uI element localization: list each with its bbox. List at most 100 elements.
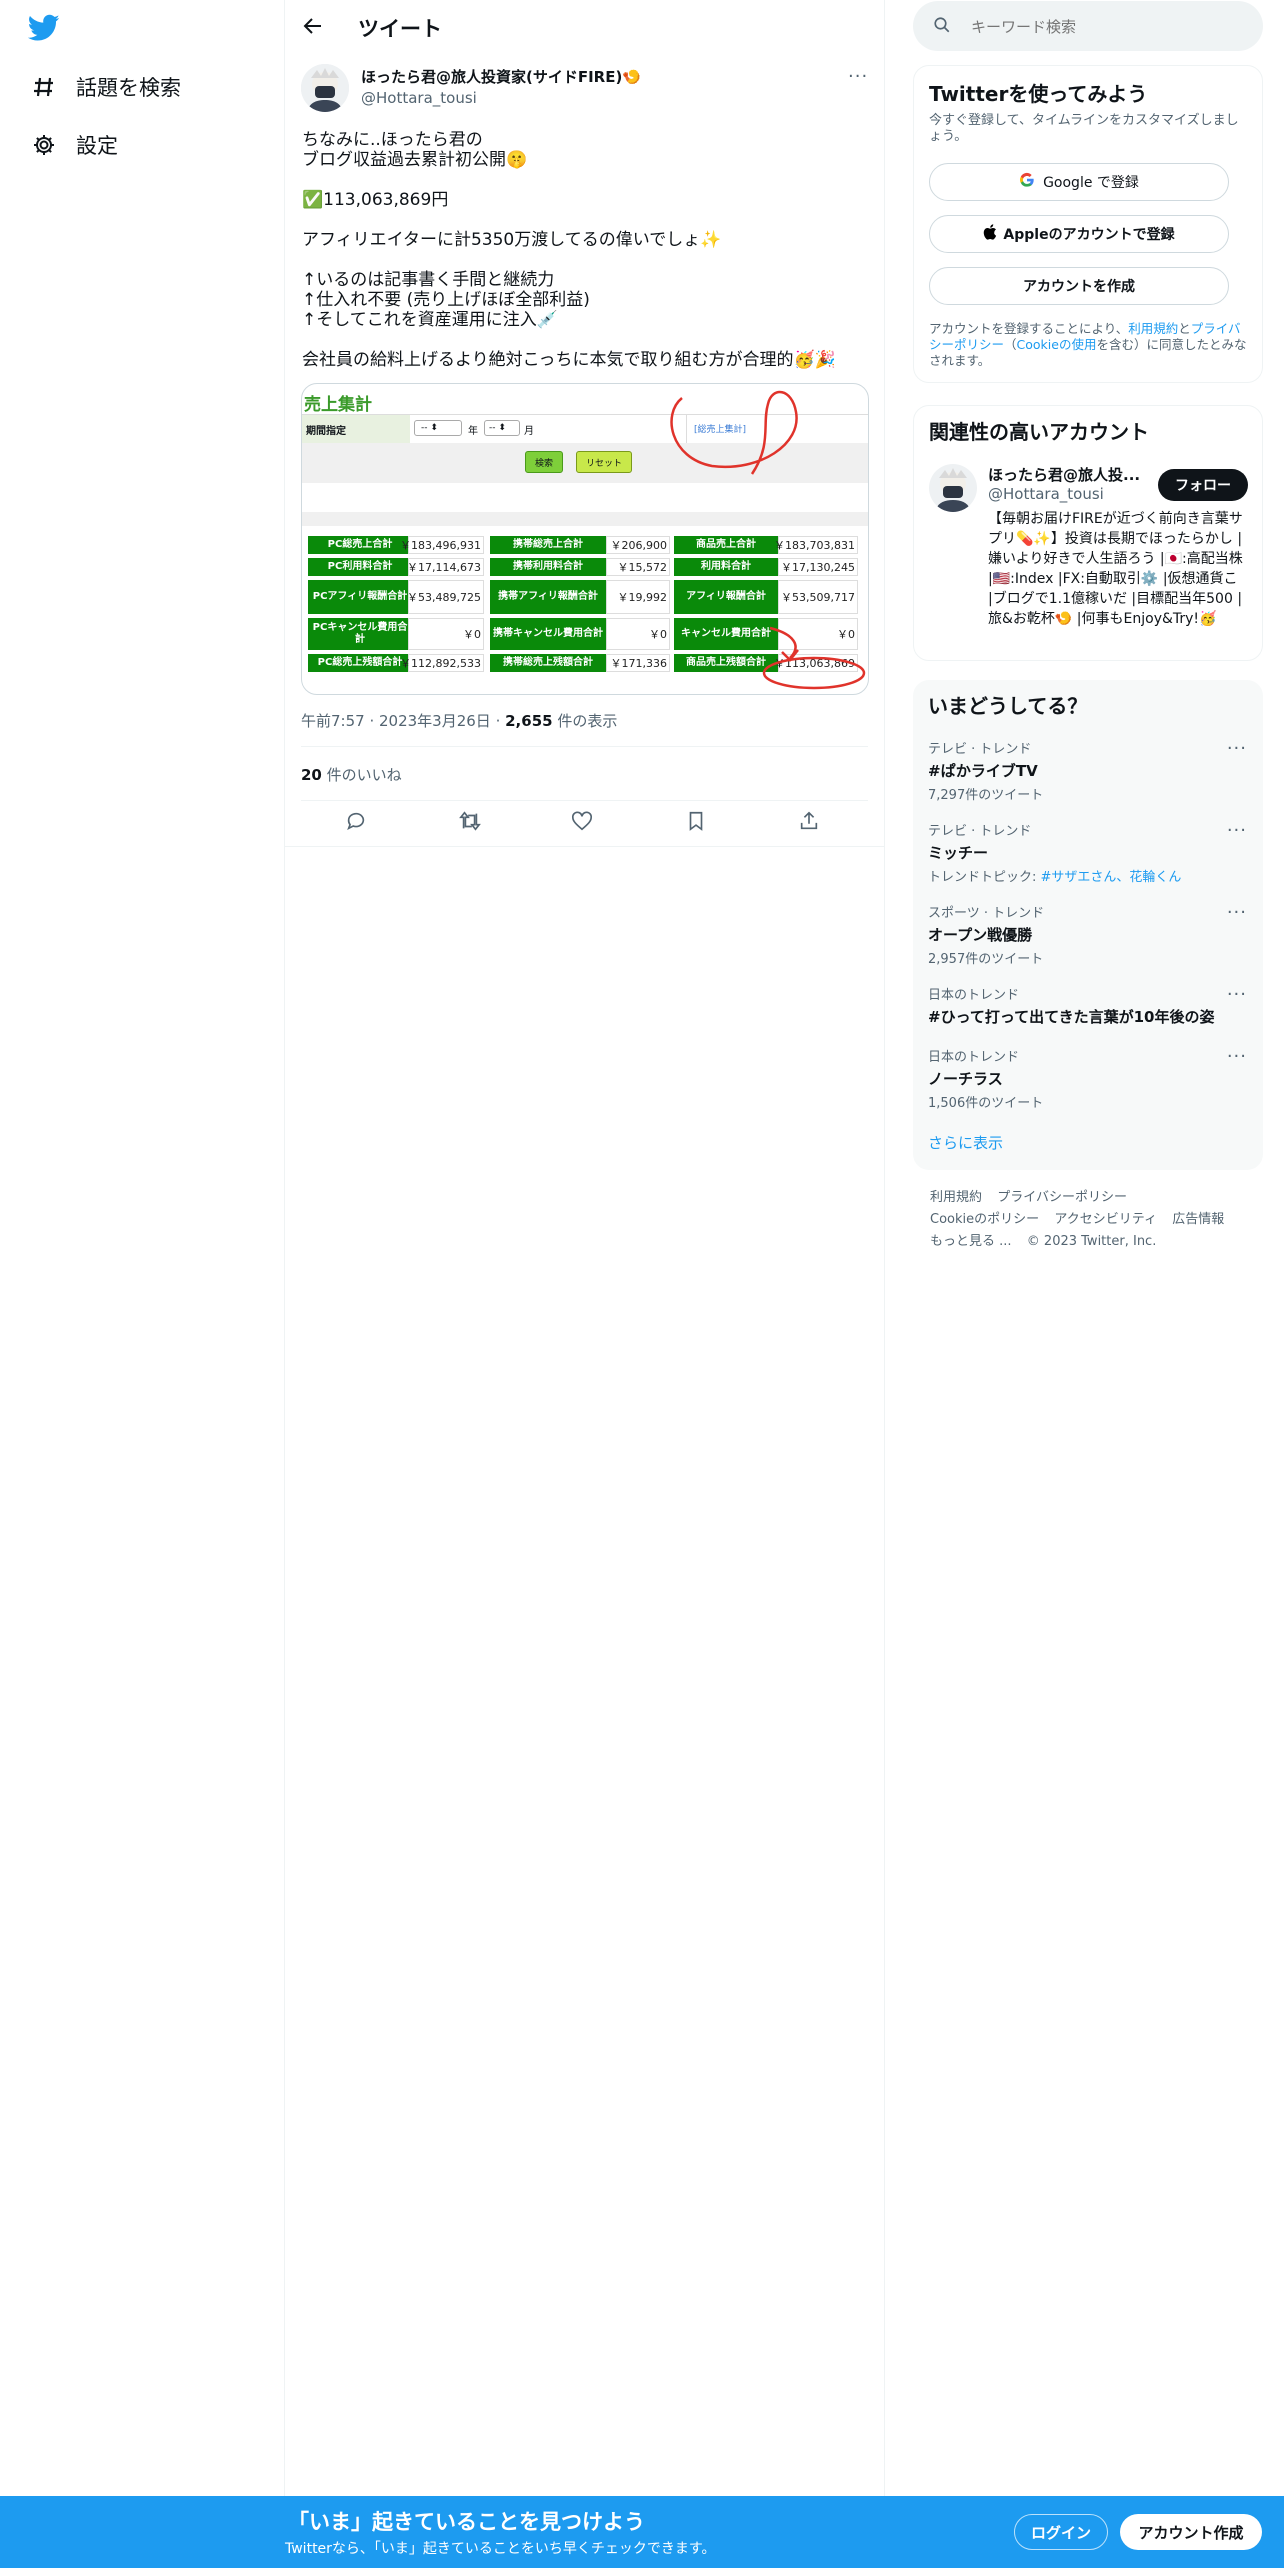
trend-context: テレビ · トレンド <box>928 824 1032 839</box>
google-icon <box>1019 172 1035 192</box>
red-annotation-icon <box>670 391 866 690</box>
footer-terms[interactable]: 利用規約 <box>930 1190 982 1205</box>
likes-label: 件のいいね <box>326 766 402 784</box>
related-title: 関連性の高いアカウント <box>929 420 1149 444</box>
tweet-line: アフィリエイターに計5350万渡してるの偉いでしょ✨ <box>302 230 722 250</box>
tweet-line: ✅113,063,869円 <box>302 190 449 210</box>
footer-privacy[interactable]: プライバシーポリシー <box>997 1190 1127 1205</box>
trend-item[interactable]: 日本のトレンド #ひって打って出てきた言葉が10年後の姿 <box>928 984 1228 1027</box>
nav-settings-label: 設定 <box>76 134 118 158</box>
trends-title: いまどうしてる？ <box>928 694 1088 718</box>
search-icon <box>933 16 951 38</box>
trend-context: 日本のトレンド <box>928 1050 1020 1065</box>
footer-accessibility[interactable]: アクセシビリティ <box>1054 1212 1157 1227</box>
nav-settings[interactable]: 設定 <box>30 130 118 160</box>
tweet-line: ↑いるのは記事書く手間と継続力 <box>302 270 555 290</box>
likes-stat[interactable]: 20 件のいいね <box>301 764 402 785</box>
like-icon[interactable] <box>571 810 595 834</box>
signup-title: Twitterを使ってみよう <box>929 82 1148 106</box>
trend-meta-prefix: トレンドトピック: <box>928 870 1041 885</box>
cookie-link[interactable]: Cookieの使用 <box>1017 337 1097 352</box>
footer-more[interactable]: もっと見る ... <box>930 1234 1012 1249</box>
bottom-headline: 「いま」起きていることを見つけよう <box>288 2510 645 2534</box>
views-label: 件の表示 <box>557 712 618 730</box>
author-name[interactable]: ほったら君@旅人投資家(サイドFIRE)🍤 <box>361 66 641 87</box>
search-box[interactable] <box>913 1 1263 51</box>
tweet-date[interactable]: 2023年3月26日 <box>379 712 491 730</box>
trend-name: オープン戦優勝 <box>928 926 1033 944</box>
tweet-line: ちなみに..ほったら君の <box>302 130 483 150</box>
more-icon[interactable]: ··· <box>1227 738 1247 759</box>
follow-button[interactable]: フォロー <box>1158 469 1248 501</box>
bookmark-icon[interactable] <box>685 810 709 834</box>
tweet-line: ブログ収益過去累計初公開🤫 <box>302 150 528 170</box>
trend-meta: トレンドトピック: #サザエさん、花輪くん <box>928 866 1248 885</box>
show-more-link[interactable]: さらに表示 <box>928 1132 1003 1153</box>
twitter-logo-icon[interactable] <box>27 14 60 42</box>
divider <box>301 800 868 801</box>
apple-signup-label: Appleのアカウントで登録 <box>1003 227 1175 243</box>
reply-icon[interactable] <box>345 810 369 834</box>
trend-name: ノーチラス <box>928 1070 1003 1088</box>
trend-topic-link[interactable]: #サザエさん、花輪くん <box>1041 870 1182 885</box>
divider <box>301 746 868 747</box>
login-button[interactable]: ログイン <box>1014 2514 1108 2550</box>
trend-name: #ぱかライブTV <box>928 762 1038 780</box>
google-signup-label: Google で登録 <box>1043 175 1139 191</box>
apple-signup-button[interactable]: Appleのアカウントで登録 <box>929 215 1229 253</box>
trend-item[interactable]: テレビ · トレンド #ぱかライブTV 7,297件のツイート <box>928 738 1248 803</box>
create-account-button[interactable]: アカウントを作成 <box>929 267 1229 305</box>
trend-item[interactable]: テレビ · トレンド ミッチー トレンドトピック: #サザエさん、花輪くん <box>928 820 1248 885</box>
related-avatar[interactable] <box>929 464 977 512</box>
more-icon[interactable]: ··· <box>1227 1046 1247 1067</box>
related-handle[interactable]: @Hottara_tousi <box>988 485 1104 503</box>
trend-item[interactable]: スポーツ · トレンド オープン戦優勝 2,957件のツイート <box>928 902 1248 967</box>
trend-meta: 7,297件のツイート <box>928 788 1044 803</box>
main-column: ツイート ほったら君@旅人投資家(サイドFIRE)🍤 @Hottara_tous… <box>285 0 885 2568</box>
signup-button[interactable]: アカウント作成 <box>1120 2514 1262 2550</box>
related-bio: 【毎朝お届けFIREが近づく前向き言葉サプリ💊✨】投資は長期でほったらかし |嫌… <box>988 511 1243 627</box>
tweet-time[interactable]: 午前7:57 <box>301 712 365 730</box>
related-name[interactable]: ほったら君@旅人投... <box>988 464 1140 485</box>
tweet-image[interactable]: 売上集計 期間指定 -- ⬍ 年 -- ⬍ 月 [総売上集計] 検索 リセット … <box>301 383 869 695</box>
google-signup-button[interactable]: Google で登録 <box>929 163 1229 201</box>
signup-card: Twitterを使ってみよう 今すぐ登録して、タイムラインをカスタマイズしましょ… <box>913 65 1263 383</box>
related-accounts-card: 関連性の高いアカウント ほったら君@旅人投... @Hottara_tousi … <box>913 405 1263 661</box>
terms-link[interactable]: 利用規約 <box>1128 321 1178 336</box>
footer-cookie[interactable]: Cookieのポリシー <box>930 1212 1039 1227</box>
nav-explore[interactable]: 話題を検索 <box>30 72 181 102</box>
bottom-signup-bar: 「いま」起きていることを見つけよう Twitterなら、「いま」起きていることを… <box>0 2496 1284 2568</box>
more-icon[interactable]: ··· <box>848 66 868 87</box>
share-icon[interactable] <box>798 810 822 834</box>
trend-item[interactable]: 日本のトレンド ノーチラス 1,506件のツイート <box>928 1046 1248 1111</box>
trend-name: ミッチー <box>928 844 989 862</box>
trend-context: スポーツ · トレンド <box>928 906 1045 921</box>
footer-copyright: © 2023 Twitter, Inc. <box>1026 1234 1157 1249</box>
trend-meta: 1,506件のツイート <box>928 1096 1044 1111</box>
page-title: ツイート <box>358 17 442 41</box>
more-icon[interactable]: ··· <box>1227 820 1247 841</box>
more-icon[interactable]: ··· <box>1227 984 1247 1005</box>
tweet-line: ↑そしてこれを資産運用に注入💉 <box>302 310 558 330</box>
legal-prefix: アカウントを登録することにより、 <box>929 321 1129 336</box>
footer-links: 利用規約 プライバシーポリシー Cookieのポリシー アクセシビリティ 広告情… <box>930 1186 1260 1252</box>
bottom-subtext: Twitterなら、「いま」起きていることをいち早くチェックできます。 <box>285 2541 716 2557</box>
trend-context: テレビ · トレンド <box>928 742 1032 757</box>
signup-subtitle: 今すぐ登録して、タイムラインをカスタマイズしましょう。 <box>929 113 1239 144</box>
author-handle[interactable]: @Hottara_tousi <box>361 89 477 107</box>
search-input[interactable] <box>969 13 1253 41</box>
back-arrow-icon[interactable] <box>301 14 325 38</box>
more-icon[interactable]: ··· <box>1227 902 1247 923</box>
hashtag-icon <box>30 73 58 101</box>
trends-card: いまどうしてる？ テレビ · トレンド #ぱかライブTV 7,297件のツイート… <box>913 680 1263 1170</box>
footer-ads[interactable]: 広告情報 <box>1172 1212 1224 1227</box>
views-count: 2,655 <box>505 712 553 730</box>
legal-and: と <box>1178 321 1191 336</box>
divider <box>285 846 885 847</box>
left-sidebar: 話題を検索 設定 <box>0 0 285 2568</box>
retweet-icon[interactable] <box>458 810 482 834</box>
signup-legal: アカウントを登録することにより、利用規約とプライバシーポリシー（Cookieの使… <box>929 321 1251 369</box>
tweet-timestamp: 午前7:57 · 2023年3月26日 · 2,655 件の表示 <box>301 712 618 730</box>
trend-context: 日本のトレンド <box>928 988 1020 1003</box>
avatar[interactable] <box>301 64 349 112</box>
